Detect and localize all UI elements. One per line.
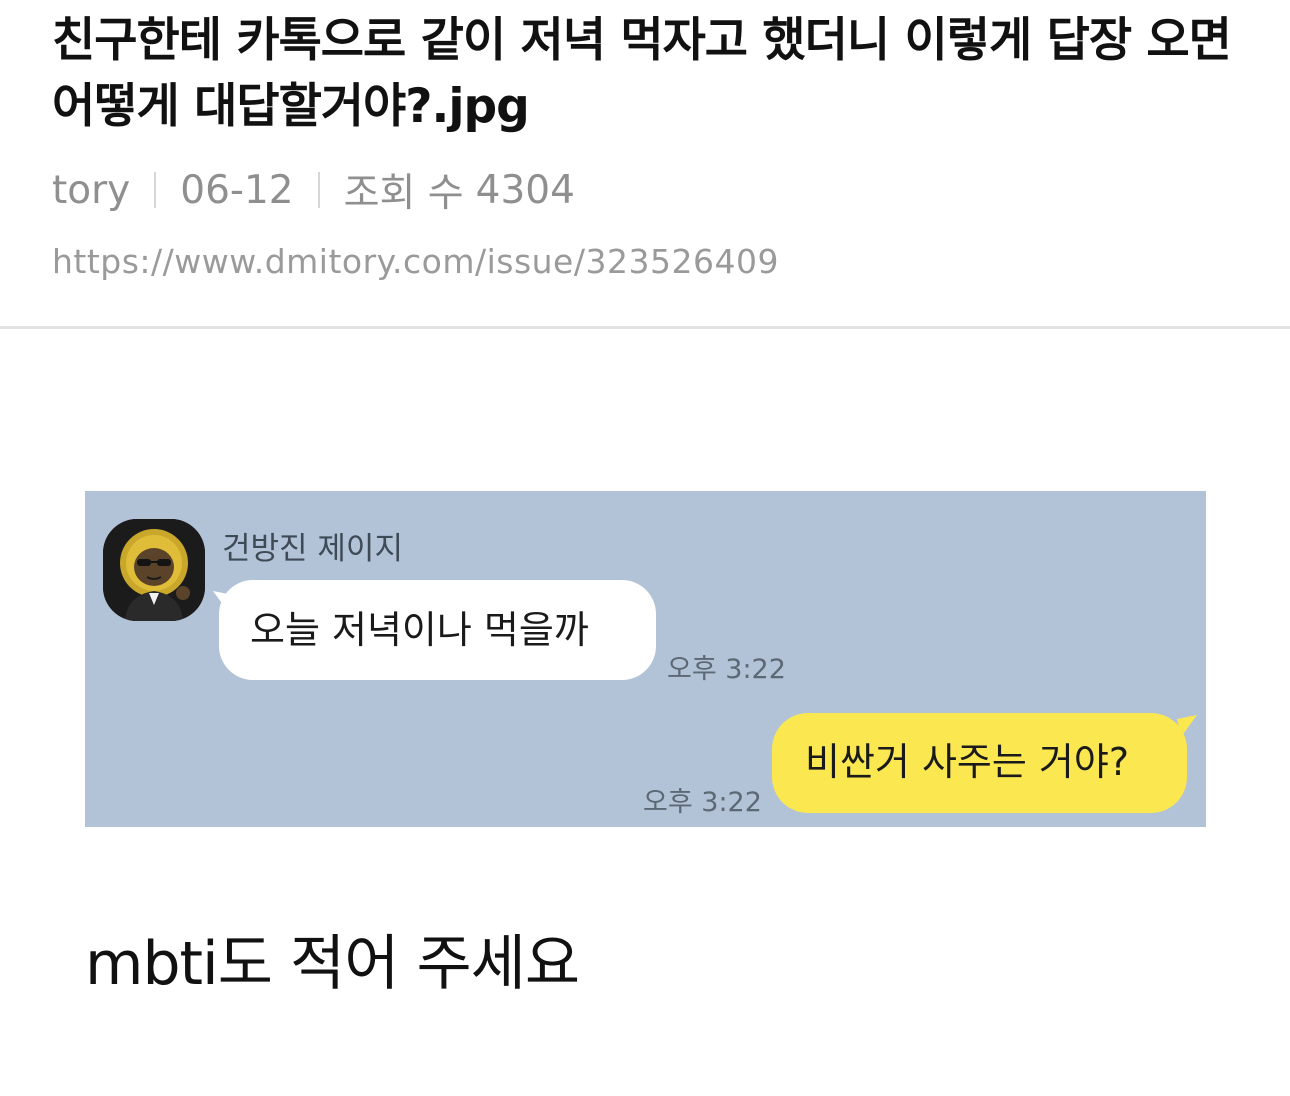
- post-header: 친구한테 카톡으로 같이 저녁 먹자고 했더니 이렇게 답장 오면 어떻게 대답…: [52, 8, 1262, 140]
- incoming-message-time: 오후 3:22: [667, 654, 786, 685]
- post-meta: tory 06-12 조회 수 4304: [52, 162, 575, 218]
- outgoing-message-bubble[interactable]: 비싼거 사주는 거야?: [772, 713, 1187, 813]
- view-count: 4304: [475, 167, 575, 213]
- meta-divider: [317, 172, 320, 208]
- sender-name: 건방진 제이지: [222, 531, 403, 567]
- view-count-label: 조회 수: [343, 171, 464, 216]
- author-name[interactable]: tory: [52, 168, 130, 213]
- post-body-caption: mbti도 적어 주세요: [85, 929, 580, 999]
- header-divider: [0, 326, 1290, 329]
- jay-g-character-icon: [103, 519, 205, 621]
- outgoing-bubble-tail: [1177, 715, 1197, 737]
- post-title: 친구한테 카톡으로 같이 저녁 먹자고 했더니 이렇게 답장 오면 어떻게 대답…: [52, 13, 1232, 134]
- chat-screenshot: 건방진 제이지 오늘 저녁이나 먹을까 오후 3:22 비싼거 사주는 거야? …: [85, 491, 1206, 827]
- post-url[interactable]: https://www.dmitory.com/issue/323526409: [52, 242, 779, 281]
- outgoing-message-time: 오후 3:22: [643, 787, 762, 818]
- incoming-message-bubble[interactable]: 오늘 저녁이나 먹을까: [219, 580, 656, 680]
- post-date: 06-12: [180, 167, 294, 213]
- meta-divider: [154, 172, 157, 208]
- sender-avatar: [103, 519, 205, 621]
